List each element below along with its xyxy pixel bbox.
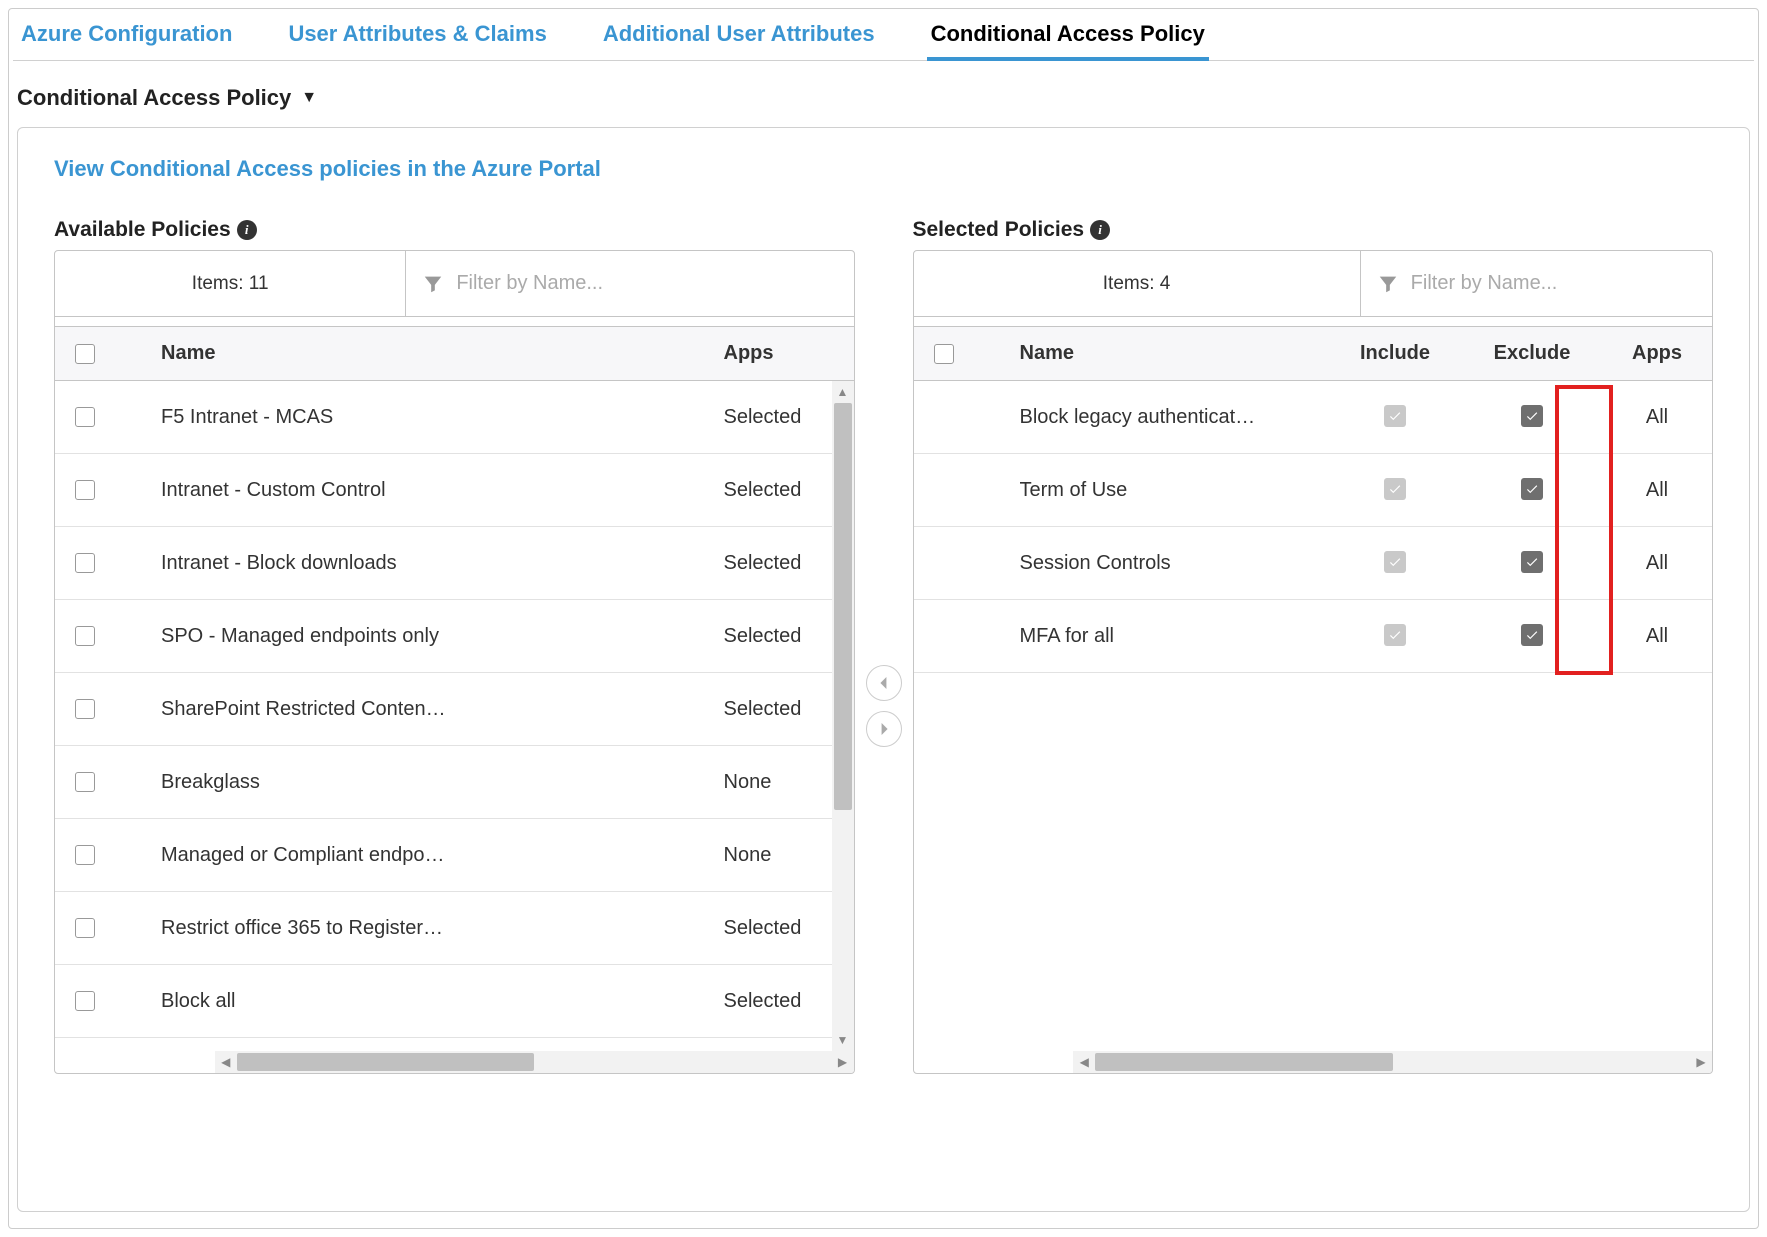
available-items-count: Items: 11 xyxy=(55,251,406,316)
selected-header-name[interactable]: Name xyxy=(1020,342,1329,365)
table-row[interactable]: Intranet - Custom ControlSelected xyxy=(55,454,854,527)
filter-icon xyxy=(422,273,444,295)
selected-filter-input[interactable] xyxy=(1411,272,1696,295)
table-row[interactable]: F5 Intranet - MCASSelected xyxy=(55,381,854,454)
selected-header-include[interactable]: Include xyxy=(1328,342,1462,365)
policy-name: Breakglass xyxy=(161,771,724,794)
policy-name: Restrict office 365 to Register… xyxy=(161,917,724,940)
selected-select-all-checkbox[interactable] xyxy=(934,344,954,364)
tab-additional-user-attributes[interactable]: Additional User Attributes xyxy=(599,13,879,60)
include-checkbox xyxy=(1384,624,1406,646)
exclude-checkbox[interactable] xyxy=(1521,551,1543,573)
policy-name: Intranet - Custom Control xyxy=(161,479,724,502)
policy-name: MFA for all xyxy=(1020,625,1329,648)
policy-name: Intranet - Block downloads xyxy=(161,552,724,575)
row-checkbox[interactable] xyxy=(75,699,95,719)
policy-apps: All xyxy=(1602,625,1712,648)
row-checkbox[interactable] xyxy=(75,991,95,1011)
policy-apps: All xyxy=(1602,406,1712,429)
available-vertical-scrollbar[interactable]: ▲ ▼ xyxy=(832,381,854,1051)
table-row[interactable]: SPO - Managed endpoints onlySelected xyxy=(55,600,854,673)
selected-header-apps[interactable]: Apps xyxy=(1602,342,1712,365)
scroll-down-icon[interactable]: ▼ xyxy=(832,1029,854,1051)
table-row[interactable]: SharePoint Restricted Conten…Selected xyxy=(55,673,854,746)
selected-items-count: Items: 4 xyxy=(914,251,1361,316)
tab-bar: Azure Configuration User Attributes & Cla… xyxy=(13,13,1754,61)
include-checkbox xyxy=(1384,405,1406,427)
scroll-up-icon[interactable]: ▲ xyxy=(832,381,854,403)
table-row[interactable]: Session Controls All xyxy=(914,527,1713,600)
policy-name: Managed or Compliant endpo… xyxy=(161,844,724,867)
row-checkbox[interactable] xyxy=(75,407,95,427)
table-row[interactable]: Managed or Compliant endpo…None xyxy=(55,819,854,892)
tab-azure-configuration[interactable]: Azure Configuration xyxy=(17,13,236,60)
row-checkbox[interactable] xyxy=(75,480,95,500)
policy-apps: All xyxy=(1602,552,1712,575)
table-row[interactable]: Block allSelected xyxy=(55,965,854,1038)
available-select-all-checkbox[interactable] xyxy=(75,344,95,364)
policy-name: SharePoint Restricted Conten… xyxy=(161,698,724,721)
section-title: Conditional Access Policy xyxy=(17,85,291,111)
available-title: Available Policies xyxy=(54,218,231,242)
info-icon[interactable]: i xyxy=(1090,220,1110,240)
exclude-checkbox[interactable] xyxy=(1521,405,1543,427)
move-right-button[interactable] xyxy=(866,711,902,747)
row-checkbox[interactable] xyxy=(75,772,95,792)
table-row[interactable]: Block legacy authenticat… All xyxy=(914,381,1713,454)
scroll-left-icon[interactable]: ◀ xyxy=(1073,1051,1095,1073)
azure-portal-link[interactable]: View Conditional Access policies in the … xyxy=(54,156,601,182)
policy-name: Session Controls xyxy=(1020,552,1329,575)
section-header[interactable]: Conditional Access Policy ▼ xyxy=(13,61,1754,127)
available-header-name[interactable]: Name xyxy=(161,342,724,365)
row-checkbox[interactable] xyxy=(75,918,95,938)
selected-header-exclude[interactable]: Exclude xyxy=(1462,342,1602,365)
chevron-down-icon: ▼ xyxy=(301,89,317,107)
available-filter-input[interactable] xyxy=(456,272,837,295)
table-row[interactable]: Restrict office 365 to Register…Selected xyxy=(55,892,854,965)
selected-title: Selected Policies xyxy=(913,218,1085,242)
available-horizontal-scrollbar[interactable]: ◀ ▶ xyxy=(215,1051,854,1073)
row-checkbox[interactable] xyxy=(75,626,95,646)
row-checkbox[interactable] xyxy=(75,553,95,573)
policy-name: Block legacy authenticat… xyxy=(1020,406,1329,429)
selected-policies-panel: Selected Policies i Items: 4 xyxy=(913,218,1714,1074)
exclude-checkbox[interactable] xyxy=(1521,624,1543,646)
scroll-right-icon[interactable]: ▶ xyxy=(832,1051,854,1073)
scroll-right-icon[interactable]: ▶ xyxy=(1690,1051,1712,1073)
policy-panel: View Conditional Access policies in the … xyxy=(17,127,1750,1212)
policy-name: SPO - Managed endpoints only xyxy=(161,625,724,648)
policy-name: Block all xyxy=(161,990,724,1013)
info-icon[interactable]: i xyxy=(237,220,257,240)
scroll-left-icon[interactable]: ◀ xyxy=(215,1051,237,1073)
available-policies-panel: Available Policies i Items: 11 xyxy=(54,218,855,1074)
policy-apps: All xyxy=(1602,479,1712,502)
selected-horizontal-scrollbar[interactable]: ◀ ▶ xyxy=(1073,1051,1712,1073)
filter-icon xyxy=(1377,273,1399,295)
tab-conditional-access-policy[interactable]: Conditional Access Policy xyxy=(927,13,1209,61)
table-row[interactable]: Intranet - Block downloadsSelected xyxy=(55,527,854,600)
table-row[interactable]: Block Legacy clients (Office, I…Selected xyxy=(55,1038,854,1051)
tab-user-attributes-claims[interactable]: User Attributes & Claims xyxy=(284,13,550,60)
policy-name: F5 Intranet - MCAS xyxy=(161,406,724,429)
available-header-apps[interactable]: Apps xyxy=(724,342,854,365)
table-row[interactable]: MFA for all All xyxy=(914,600,1713,673)
table-row[interactable]: Term of Use All xyxy=(914,454,1713,527)
include-checkbox xyxy=(1384,478,1406,500)
policy-name: Term of Use xyxy=(1020,479,1329,502)
table-row[interactable]: BreakglassNone xyxy=(55,746,854,819)
include-checkbox xyxy=(1384,551,1406,573)
exclude-checkbox[interactable] xyxy=(1521,478,1543,500)
row-checkbox[interactable] xyxy=(75,845,95,865)
move-left-button[interactable] xyxy=(866,665,902,701)
